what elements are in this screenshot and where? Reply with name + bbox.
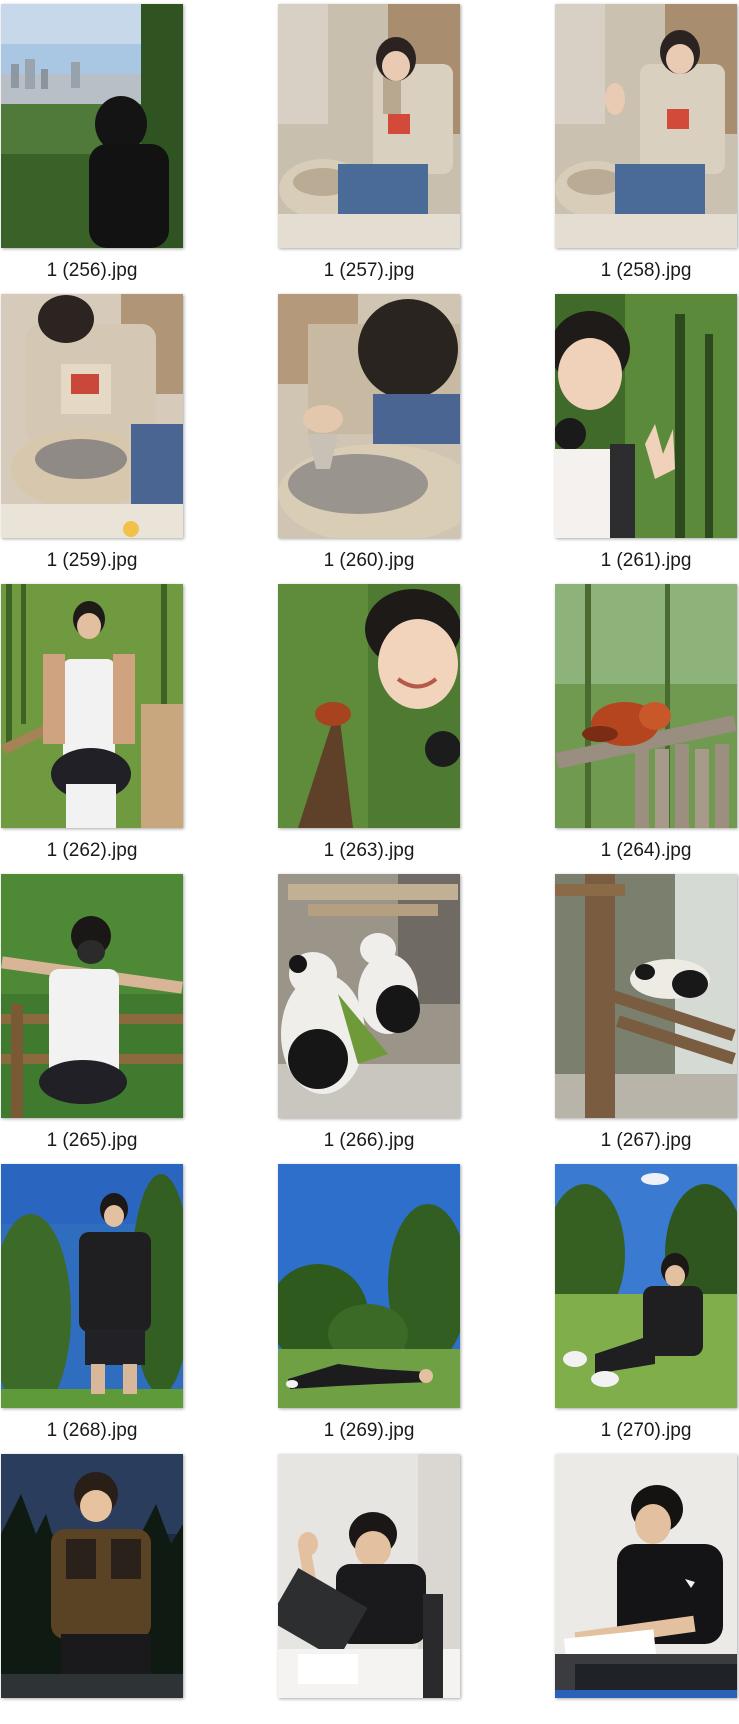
file-name: 1 (265).jpg bbox=[46, 1130, 138, 1151]
file-tile[interactable] bbox=[277, 1454, 461, 1724]
file-name: 1 (260).jpg bbox=[323, 550, 415, 571]
file-tile[interactable]: 1 (266).jpg bbox=[277, 874, 461, 1151]
file-name: 1 (268).jpg bbox=[46, 1420, 138, 1441]
file-tile[interactable]: 1 (269).jpg bbox=[277, 1164, 461, 1441]
thumbnail-image bbox=[278, 1164, 460, 1408]
file-name: 1 (262).jpg bbox=[46, 840, 138, 861]
thumbnail-image bbox=[555, 294, 737, 538]
file-tile[interactable]: 1 (256).jpg bbox=[0, 4, 184, 281]
thumbnail-image bbox=[1, 874, 183, 1118]
thumbnail-image bbox=[278, 4, 460, 248]
thumbnail-image bbox=[555, 4, 737, 248]
file-tile[interactable]: 1 (257).jpg bbox=[277, 4, 461, 281]
file-tile[interactable]: 1 (263).jpg bbox=[277, 584, 461, 861]
thumbnail-image bbox=[555, 584, 737, 828]
file-name: 1 (258).jpg bbox=[600, 260, 692, 281]
thumbnail-image bbox=[1, 294, 183, 538]
file-name: 1 (266).jpg bbox=[323, 1130, 415, 1151]
thumbnail-image bbox=[278, 294, 460, 538]
file-tile[interactable]: 1 (270).jpg bbox=[554, 1164, 738, 1441]
thumbnail-image bbox=[278, 584, 460, 828]
file-tile[interactable] bbox=[554, 1454, 738, 1724]
thumbnail-image bbox=[278, 1454, 460, 1698]
file-thumbnail-grid: 1 (256).jpg 1 (257).jpg 1 (258).jpg 1 (2… bbox=[0, 0, 739, 1703]
file-tile[interactable]: 1 (261).jpg bbox=[554, 294, 738, 571]
file-name: 1 (269).jpg bbox=[323, 1420, 415, 1441]
file-tile[interactable]: 1 (264).jpg bbox=[554, 584, 738, 861]
thumbnail-image bbox=[1, 1164, 183, 1408]
file-tile[interactable]: 1 (260).jpg bbox=[277, 294, 461, 571]
thumbnail-image bbox=[1, 584, 183, 828]
file-tile[interactable]: 1 (259).jpg bbox=[0, 294, 184, 571]
file-name: 1 (270).jpg bbox=[600, 1420, 692, 1441]
file-name: 1 (256).jpg bbox=[46, 260, 138, 281]
file-tile[interactable] bbox=[0, 1454, 184, 1724]
file-name: 1 (263).jpg bbox=[323, 840, 415, 861]
file-name: 1 (264).jpg bbox=[600, 840, 692, 861]
file-tile[interactable]: 1 (262).jpg bbox=[0, 584, 184, 861]
thumbnail-image bbox=[555, 874, 737, 1118]
file-name: 1 (267).jpg bbox=[600, 1130, 692, 1151]
file-tile[interactable]: 1 (258).jpg bbox=[554, 4, 738, 281]
file-tile[interactable]: 1 (268).jpg bbox=[0, 1164, 184, 1441]
file-tile[interactable]: 1 (267).jpg bbox=[554, 874, 738, 1151]
thumbnail-image bbox=[555, 1164, 737, 1408]
file-tile[interactable]: 1 (265).jpg bbox=[0, 874, 184, 1151]
file-name: 1 (257).jpg bbox=[323, 260, 415, 281]
thumbnail-image bbox=[555, 1454, 737, 1698]
file-name: 1 (259).jpg bbox=[46, 550, 138, 571]
thumbnail-image bbox=[1, 1454, 183, 1698]
thumbnail-image bbox=[278, 874, 460, 1118]
thumbnail-image bbox=[1, 4, 183, 248]
file-name: 1 (261).jpg bbox=[600, 550, 692, 571]
